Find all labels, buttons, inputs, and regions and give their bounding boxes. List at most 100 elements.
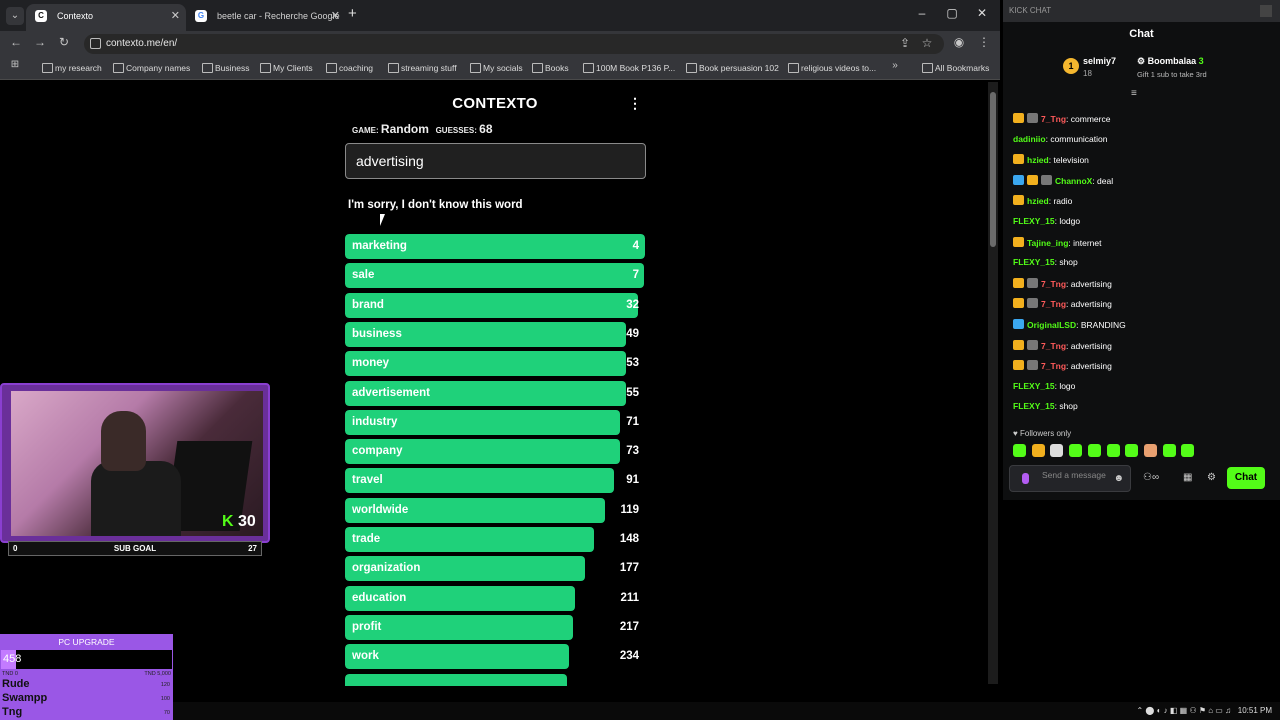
guess-input[interactable]: advertising (345, 143, 646, 179)
users-icon[interactable]: ⚇∞ (1143, 472, 1159, 483)
chat-username[interactable]: 7_Tng (1041, 279, 1066, 289)
chat-username[interactable]: dadiniio (1013, 134, 1046, 144)
mic-icon[interactable] (1022, 473, 1029, 484)
chat-message: FLEXY_15: lodgo (1013, 216, 1080, 232)
chat-title: Chat (1129, 28, 1154, 40)
guess-word: company (352, 445, 403, 457)
minimize-icon[interactable]: – (912, 6, 932, 20)
chat-text: shop (1059, 401, 1078, 411)
bookmark-folder[interactable]: My Clients (260, 63, 313, 73)
pc-min: TND 0 (2, 671, 18, 677)
emote-icon[interactable] (1013, 444, 1026, 457)
guess-word: brand (352, 299, 384, 311)
bookmark-folder[interactable]: My socials (470, 63, 523, 73)
emote-icon[interactable] (1162, 444, 1176, 457)
chat-send-button[interactable]: Chat (1227, 467, 1265, 489)
chat-username[interactable]: ChannoX (1055, 176, 1092, 186)
bookmark-folder[interactable]: streaming stuff (388, 63, 457, 73)
chat-window-titlebar: KICK CHAT (1003, 0, 1280, 22)
chat-placeholder: Send a message (1042, 470, 1106, 480)
chat-username[interactable]: 7_Tng (1041, 361, 1066, 371)
bookmark-star-icon[interactable]: ☆ (918, 36, 936, 50)
reload-icon[interactable]: ↻ (55, 35, 73, 49)
chat-username[interactable]: 7_Tng (1041, 299, 1066, 309)
browser-window: ⌄ C Contexto ✕ G beetle car - Recherche … (0, 0, 1000, 686)
scrollbar-thumb[interactable] (990, 92, 996, 247)
maximize-icon[interactable]: ▢ (942, 6, 962, 20)
bookmark-folder[interactable]: Company names (113, 63, 190, 73)
pinned-leaderboard: 1 selmiy7 18 ⚙ Boombalaa 3 Gift 1 sub to… (1063, 55, 1233, 85)
leader-username: selmiy7 (1083, 56, 1117, 66)
apps-icon[interactable]: ⊞ (6, 59, 24, 70)
guess-rank: 53 (626, 357, 639, 369)
bookmark-folder[interactable]: religious videos to... (788, 63, 876, 73)
gold-badge-icon (1013, 360, 1024, 370)
chat-message-input[interactable]: Send a message ☻ (1009, 465, 1131, 492)
guess-rank: 55 (626, 387, 639, 399)
chat-text: television (1053, 155, 1089, 165)
chat-username[interactable]: hzied (1027, 196, 1049, 206)
guess-word: education (352, 592, 407, 604)
chat-username[interactable]: FLEXY_15 (1013, 257, 1055, 267)
chat-username[interactable]: FLEXY_15 (1013, 401, 1055, 411)
gifter-name: Boombalaa (1147, 56, 1197, 66)
emote-icon[interactable] (1069, 444, 1083, 457)
chat-message: FLEXY_15: logo (1013, 381, 1075, 397)
emote-icon[interactable] (1125, 444, 1139, 457)
install-app-icon[interactable]: ⇪ (896, 36, 914, 50)
bookmarks-more-icon[interactable]: » (886, 60, 904, 71)
emote-icon[interactable] (1143, 444, 1157, 457)
chat-username[interactable]: OriginalLSD (1027, 320, 1076, 330)
emote-icon[interactable] (1031, 444, 1045, 457)
store-icon[interactable]: ▦ (1183, 472, 1192, 483)
back-icon[interactable]: ← (7, 35, 25, 49)
bookmark-folder[interactable]: Book persuasion 102 (686, 63, 779, 73)
tab-google[interactable]: G beetle car - Recherche Google ✕ (186, 4, 346, 31)
emote-icon[interactable] (1181, 444, 1195, 457)
bookmark-folder[interactable]: 100M Book P136 P... (583, 63, 675, 73)
guesses-count: 68 (479, 122, 493, 136)
bookmark-folder[interactable]: my research (42, 63, 102, 73)
chat-username[interactable]: Tajine_ing (1027, 238, 1068, 248)
pc-upgrade-value: 458 (3, 653, 22, 665)
guess-word: advertisement (352, 387, 430, 399)
emote-icon[interactable] (1106, 444, 1120, 457)
new-tab-icon[interactable]: + (348, 5, 357, 22)
chat-username[interactable]: hzied (1027, 155, 1049, 165)
guess-row (345, 674, 645, 686)
tab-search-icon[interactable]: ⌄ (6, 7, 24, 25)
tab-strip: ⌄ C Contexto ✕ G beetle car - Recherche … (0, 0, 1000, 31)
chat-username[interactable]: 7_Tng (1041, 114, 1066, 124)
bookmark-folder[interactable]: Business (202, 63, 250, 73)
forward-icon[interactable]: → (31, 35, 49, 49)
game-menu-icon[interactable]: ⋮ (628, 95, 642, 112)
chat-username[interactable]: FLEXY_15 (1013, 216, 1055, 226)
chat-text: internet (1073, 238, 1102, 248)
all-bookmarks-folder[interactable]: All Bookmarks (922, 63, 989, 73)
clock[interactable]: 10:51 PM (1238, 706, 1272, 715)
emote-icon[interactable] (1087, 444, 1101, 457)
similarity-bar (345, 293, 638, 318)
bookmark-folder[interactable]: coaching (326, 63, 373, 73)
bookmark-folder[interactable]: Books (532, 63, 569, 73)
profile-icon[interactable]: ◉ (950, 35, 968, 49)
chat-username[interactable]: FLEXY_15 (1013, 381, 1055, 391)
window-control-icon[interactable] (1260, 5, 1272, 17)
page-scrollbar[interactable] (988, 82, 998, 684)
guess-rank: 148 (619, 533, 639, 545)
close-tab-icon[interactable]: ✕ (331, 4, 340, 28)
menu-icon[interactable]: ⋮ (975, 35, 993, 49)
address-bar[interactable]: contexto.me/en/ ⇪ ☆ (84, 34, 944, 54)
tray-icons[interactable]: ⌃ ⬤ ◐ ♪ ◧ ▦ ⚇ ⚑ ⌂ ▭ ♫ (1137, 706, 1236, 715)
settings-gear-icon[interactable]: ⚙ (1207, 472, 1216, 483)
emoji-icon[interactable]: ☻ (1113, 473, 1124, 484)
close-tab-icon[interactable]: ✕ (171, 4, 180, 28)
tab-contexto[interactable]: C Contexto ✕ (26, 4, 186, 31)
close-window-icon[interactable]: ✕ (972, 6, 992, 20)
emote-icon[interactable] (1050, 444, 1064, 457)
guess-word: worldwide (352, 504, 409, 516)
site-info-icon[interactable] (90, 38, 101, 49)
grey-badge-icon (1027, 278, 1038, 288)
collapse-icon[interactable]: ≡ (1131, 88, 1137, 99)
chat-username[interactable]: 7_Tng (1041, 341, 1066, 351)
